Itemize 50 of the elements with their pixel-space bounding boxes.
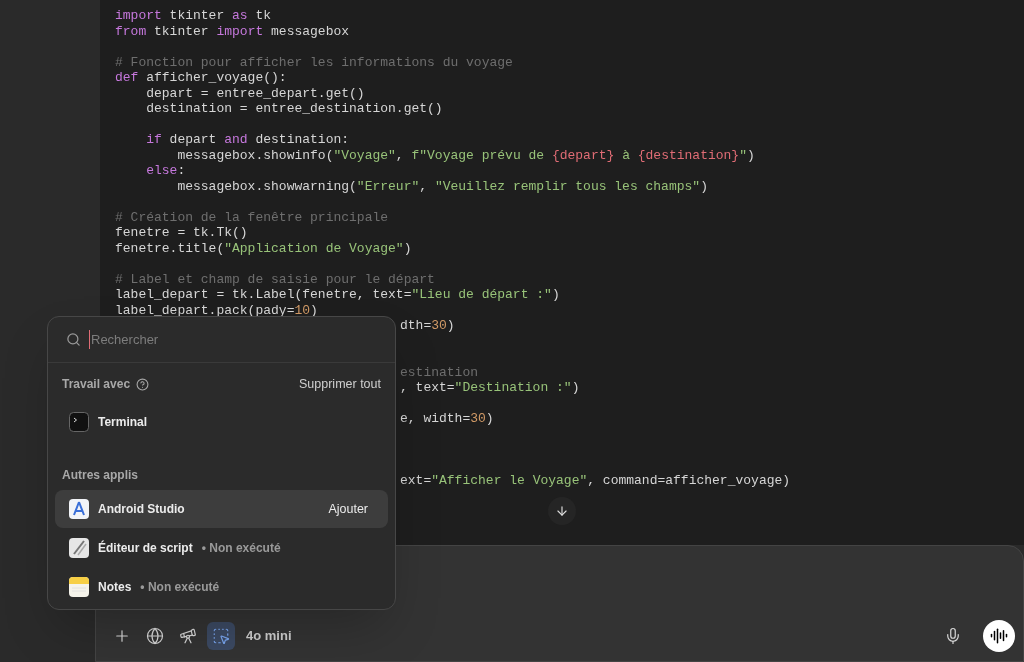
terminal-icon <box>69 412 89 432</box>
code-line: dth=30) <box>400 318 455 333</box>
search-field[interactable]: Rechercher <box>89 329 377 350</box>
code-line: estination <box>400 364 478 380</box>
cursor-select-icon <box>212 627 230 645</box>
code-line: fenetre.title("Application de Voyage") <box>115 240 412 256</box>
code-line: fenetre = tk.Tk() <box>115 225 248 240</box>
code-line: messagebox.showwarning("Erreur", "Veuillez remplir tous les champs") <box>176 178 708 194</box>
code-line: depart = entree_depart.get() <box>145 85 365 101</box>
code-line: messagebox.showinfo("Voyage", f"Voyage prévu de {depart} à {destination}") <box>176 147 755 163</box>
add-action[interactable]: Ajouter <box>328 499 374 519</box>
search-icon <box>66 332 81 347</box>
section-title: Autres applis <box>62 467 139 484</box>
code-line: ext="Afficher le Voyage", command=afficher_voyage) <box>400 473 791 488</box>
app-status: • Non exécuté <box>140 579 220 596</box>
section-title: Travail avec <box>62 376 131 393</box>
compass-app-icon <box>69 499 89 519</box>
model-name[interactable]: 4o mini <box>246 626 292 646</box>
app-item[interactable]: Android Studio Ajouter <box>55 490 388 528</box>
app-name: Android Studio <box>98 501 185 518</box>
app-item[interactable]: Éditeur de script • Non exécuté <box>55 529 388 567</box>
globe-icon <box>146 627 164 645</box>
code-line: e, width=30) <box>400 411 494 426</box>
pen-app-icon <box>69 538 89 558</box>
notepad-icon <box>69 577 89 597</box>
app-name: Terminal <box>98 414 148 431</box>
help-icon[interactable] <box>136 377 150 391</box>
code-line: # Label et champ de saisie pour le départ <box>115 271 435 287</box>
app-name: Éditeur de script <box>98 539 193 557</box>
add-icon <box>113 627 131 645</box>
code-line: # Fonction pour afficher les informations du voyage <box>115 54 513 70</box>
code-line: from tkinter import messagebox <box>115 23 350 39</box>
code-line: destination = entree_destination.get() <box>145 101 443 116</box>
app-name: Notes <box>98 579 132 596</box>
code-line: else: <box>145 163 186 178</box>
code-line: label_depart = tk.Label(fenetre, text="Lieu de départ :") <box>115 287 560 302</box>
app-item[interactable]: Notes • Non exécuté <box>55 568 388 606</box>
app-item[interactable]: Terminal <box>55 403 388 441</box>
code-line: def afficher_voyage(): <box>115 70 287 85</box>
microphone-icon[interactable] <box>944 627 962 645</box>
clear-all-link[interactable]: Supprimer tout <box>299 374 381 394</box>
voice-button[interactable] <box>983 620 1015 652</box>
code-line: # Création de la fenêtre principale <box>115 209 389 225</box>
waveform-icon <box>990 627 1008 645</box>
code-line: , text="Destination :") <box>400 380 580 395</box>
code-line: import tkinter as tk <box>115 8 272 23</box>
telescope-icon <box>179 627 197 645</box>
tool-button[interactable] <box>207 622 235 650</box>
app-status: • Non exécuté <box>201 540 281 557</box>
code-line: if depart and destination: <box>145 132 350 147</box>
